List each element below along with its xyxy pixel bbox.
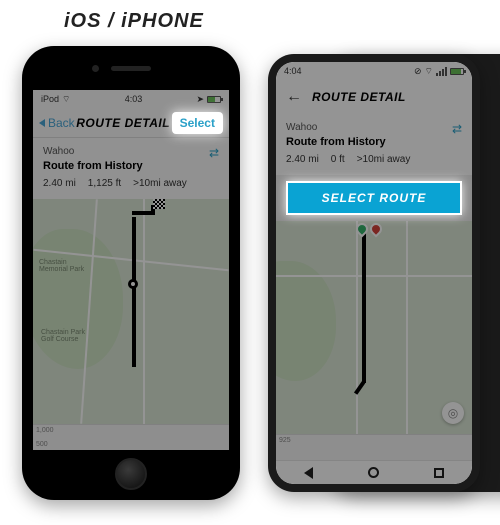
ios-status-time: 4:03 [125, 94, 143, 104]
cell-signal-icon [436, 67, 447, 76]
back-button[interactable]: ← [286, 88, 302, 106]
nav-recents-icon[interactable] [434, 468, 444, 478]
home-button[interactable] [115, 458, 147, 490]
reverse-route-icon[interactable]: ⇄ [209, 146, 219, 160]
elev-bottom-tick: 500 [36, 441, 48, 448]
page-title: ROUTE DETAIL [312, 90, 406, 104]
ios-status-bar: iPod ⌔ 4:03 ➤ [33, 90, 229, 108]
nav-home-icon[interactable] [368, 467, 379, 478]
stat-elevation: 1,125 ft [88, 178, 121, 189]
elev-top-tick: 925 [279, 437, 291, 444]
route-stats: 2.40 mi 0 ft >10mi away [286, 154, 462, 165]
battery-icon [207, 96, 221, 103]
elevation-chart: 1,000 500 [33, 424, 229, 450]
elevation-chart: 925 [276, 434, 472, 460]
locate-me-button[interactable]: ◎ [442, 402, 464, 424]
map-view[interactable]: Chastain Memorial Park Chastain Park Gol… [33, 199, 229, 424]
back-label: Back [48, 116, 75, 130]
stat-elevation: 0 ft [331, 154, 345, 165]
android-nav-bar: ← ROUTE DETAIL [276, 80, 472, 114]
route-info-panel: Wahoo Route from History ⇄ 2.40 mi 0 ft … [276, 114, 472, 175]
android-screen: 4:04 ⊘ ⌔ ← ROUTE DETAIL Wahoo Route from… [276, 62, 472, 484]
reverse-route-icon[interactable]: ⇄ [452, 122, 462, 136]
map-label-park: Chastain Memorial Park [39, 259, 84, 273]
iphone-frame: iPod ⌔ 4:03 ➤ Back ROUTE DETAIL Select W… [22, 46, 240, 500]
battery-icon [450, 68, 464, 75]
back-button[interactable]: Back [39, 116, 75, 130]
select-button[interactable]: Select [172, 112, 223, 134]
ios-nav-bar: Back ROUTE DETAIL Select [33, 108, 229, 138]
map-label-golf: Chastain Park Golf Course [41, 329, 85, 343]
wifi-icon: ⌔ [62, 94, 70, 105]
wifi-icon: ⌔ [425, 66, 433, 77]
stat-distance: 2.40 mi [43, 178, 76, 189]
stat-away: >10mi away [357, 154, 411, 165]
select-route-button[interactable]: SELECT ROUTE [286, 181, 462, 215]
route-owner: Wahoo [286, 122, 462, 133]
android-system-nav [276, 460, 472, 484]
stat-away: >10mi away [133, 178, 187, 189]
route-info-panel: Wahoo Route from History ⇄ 2.40 mi 1,125… [33, 138, 229, 199]
ios-screen: iPod ⌔ 4:03 ➤ Back ROUTE DETAIL Select W… [33, 90, 229, 450]
route-stats: 2.40 mi 1,125 ft >10mi away [43, 178, 219, 189]
route-owner: Wahoo [43, 146, 219, 157]
route-name: Route from History [286, 136, 462, 148]
chevron-left-icon [39, 119, 45, 127]
do-not-disturb-icon: ⊘ [414, 66, 422, 77]
elev-top-tick: 1,000 [36, 427, 54, 434]
ios-heading: iOS / iPHONE [64, 10, 204, 33]
end-pin-icon [368, 221, 385, 237]
map-view[interactable]: ◎ [276, 221, 472, 434]
android-status-time: 4:04 [284, 66, 302, 76]
stat-distance: 2.40 mi [286, 154, 319, 165]
iphone-speaker [111, 66, 151, 71]
finish-flag-icon [153, 199, 165, 209]
route-marker-icon [128, 279, 138, 289]
iphone-camera [92, 65, 99, 72]
location-icon: ➤ [196, 94, 204, 105]
carrier-label: iPod [41, 94, 59, 104]
nav-back-icon[interactable] [304, 467, 313, 479]
android-frame: 4:04 ⊘ ⌔ ← ROUTE DETAIL Wahoo Route from… [268, 54, 480, 492]
route-name: Route from History [43, 160, 219, 172]
android-status-bar: 4:04 ⊘ ⌔ [276, 62, 472, 80]
page-title: ROUTE DETAIL [76, 116, 170, 130]
